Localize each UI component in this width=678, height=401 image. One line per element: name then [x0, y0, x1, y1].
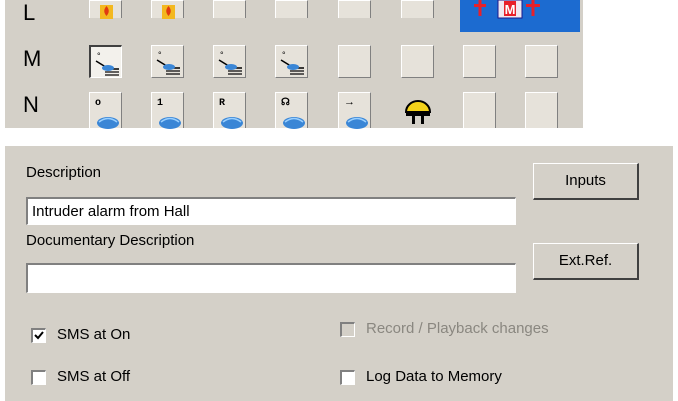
svg-text:°: °	[158, 50, 162, 60]
hand-icon: °	[218, 50, 242, 75]
relay-m-icon: M	[474, 0, 540, 19]
sensor-icon: o	[95, 98, 119, 129]
ext-ref-button[interactable]: Ext.Ref.	[533, 243, 639, 280]
relay-toolbar[interactable]: M	[460, 0, 580, 32]
sensor-cell-2[interactable]: R	[213, 92, 246, 129]
sensor-cell-0[interactable]: o	[89, 92, 122, 129]
fire-icon	[162, 5, 175, 19]
empty-cell[interactable]	[525, 92, 558, 128]
sensor-icon: 1	[157, 98, 181, 129]
empty-cell[interactable]	[401, 45, 434, 78]
empty-cell[interactable]	[463, 45, 496, 78]
sms-on-checkbox[interactable]	[31, 328, 46, 343]
checkmark-icon	[34, 331, 44, 340]
fire-icon	[100, 5, 113, 19]
log-data-checkbox[interactable]	[340, 370, 355, 385]
sensor-icon: →	[344, 96, 368, 129]
sensor-glyph: R	[219, 98, 225, 109]
empty-cell[interactable]	[275, 0, 308, 18]
sensor-glyph: ☊	[281, 97, 290, 108]
properties-panel: Description Intruder alarm from Hall Doc…	[5, 146, 673, 401]
sms-on-label[interactable]: SMS at On	[57, 326, 130, 343]
sensor-glyph: →	[344, 96, 355, 108]
sensor-icon: R	[219, 98, 243, 129]
row-label-m: M	[23, 46, 42, 71]
sms-off-label[interactable]: SMS at Off	[57, 368, 130, 385]
hand-icon: °	[95, 51, 119, 76]
empty-cell[interactable]	[338, 45, 371, 78]
record-playback-label: Record / Playback changes	[366, 320, 549, 337]
doc-description-field[interactable]	[26, 263, 516, 293]
hand-cell-2[interactable]: °	[151, 45, 184, 78]
record-playback-checkbox	[340, 322, 355, 337]
empty-cell[interactable]	[463, 92, 496, 128]
hand-cell-3[interactable]: °	[213, 45, 246, 78]
log-data-label[interactable]: Log Data to Memory	[366, 368, 502, 385]
empty-cell[interactable]	[401, 0, 434, 18]
hand-cell-1[interactable]: °	[89, 45, 122, 78]
icon-grid-panel: L M N M ° ° ° ° o 1 R ☊ →	[5, 0, 583, 129]
sensor-glyph: o	[95, 98, 101, 109]
empty-cell[interactable]	[525, 45, 558, 78]
hand-icon: °	[156, 50, 180, 75]
inputs-button[interactable]: Inputs	[533, 163, 639, 200]
siren-cell[interactable]	[401, 92, 434, 128]
empty-cell[interactable]	[338, 0, 371, 18]
sms-off-checkbox[interactable]	[31, 370, 46, 385]
fire-cell-2[interactable]	[151, 0, 184, 19]
sensor-cell-3[interactable]: ☊	[275, 92, 308, 129]
row-label-n: N	[23, 92, 39, 117]
doc-description-label: Documentary Description	[26, 232, 195, 249]
toolbar-letter: M	[505, 2, 516, 17]
description-label: Description	[26, 164, 102, 181]
description-field[interactable]: Intruder alarm from Hall	[26, 197, 516, 225]
fire-cell-1[interactable]	[89, 0, 122, 19]
sensor-glyph: 1	[157, 98, 163, 109]
sensor-cell-4[interactable]: →	[338, 92, 371, 129]
svg-text:°: °	[97, 51, 101, 61]
hand-icon: °	[280, 50, 304, 75]
row-label-l: L	[23, 0, 36, 25]
empty-cell[interactable]	[213, 0, 246, 18]
hand-cell-4[interactable]: °	[275, 45, 308, 78]
svg-text:°: °	[220, 50, 224, 60]
siren-icon	[404, 100, 432, 124]
sensor-cell-1[interactable]: 1	[151, 92, 184, 129]
sensor-icon: ☊	[281, 97, 305, 129]
svg-text:°: °	[282, 50, 286, 60]
